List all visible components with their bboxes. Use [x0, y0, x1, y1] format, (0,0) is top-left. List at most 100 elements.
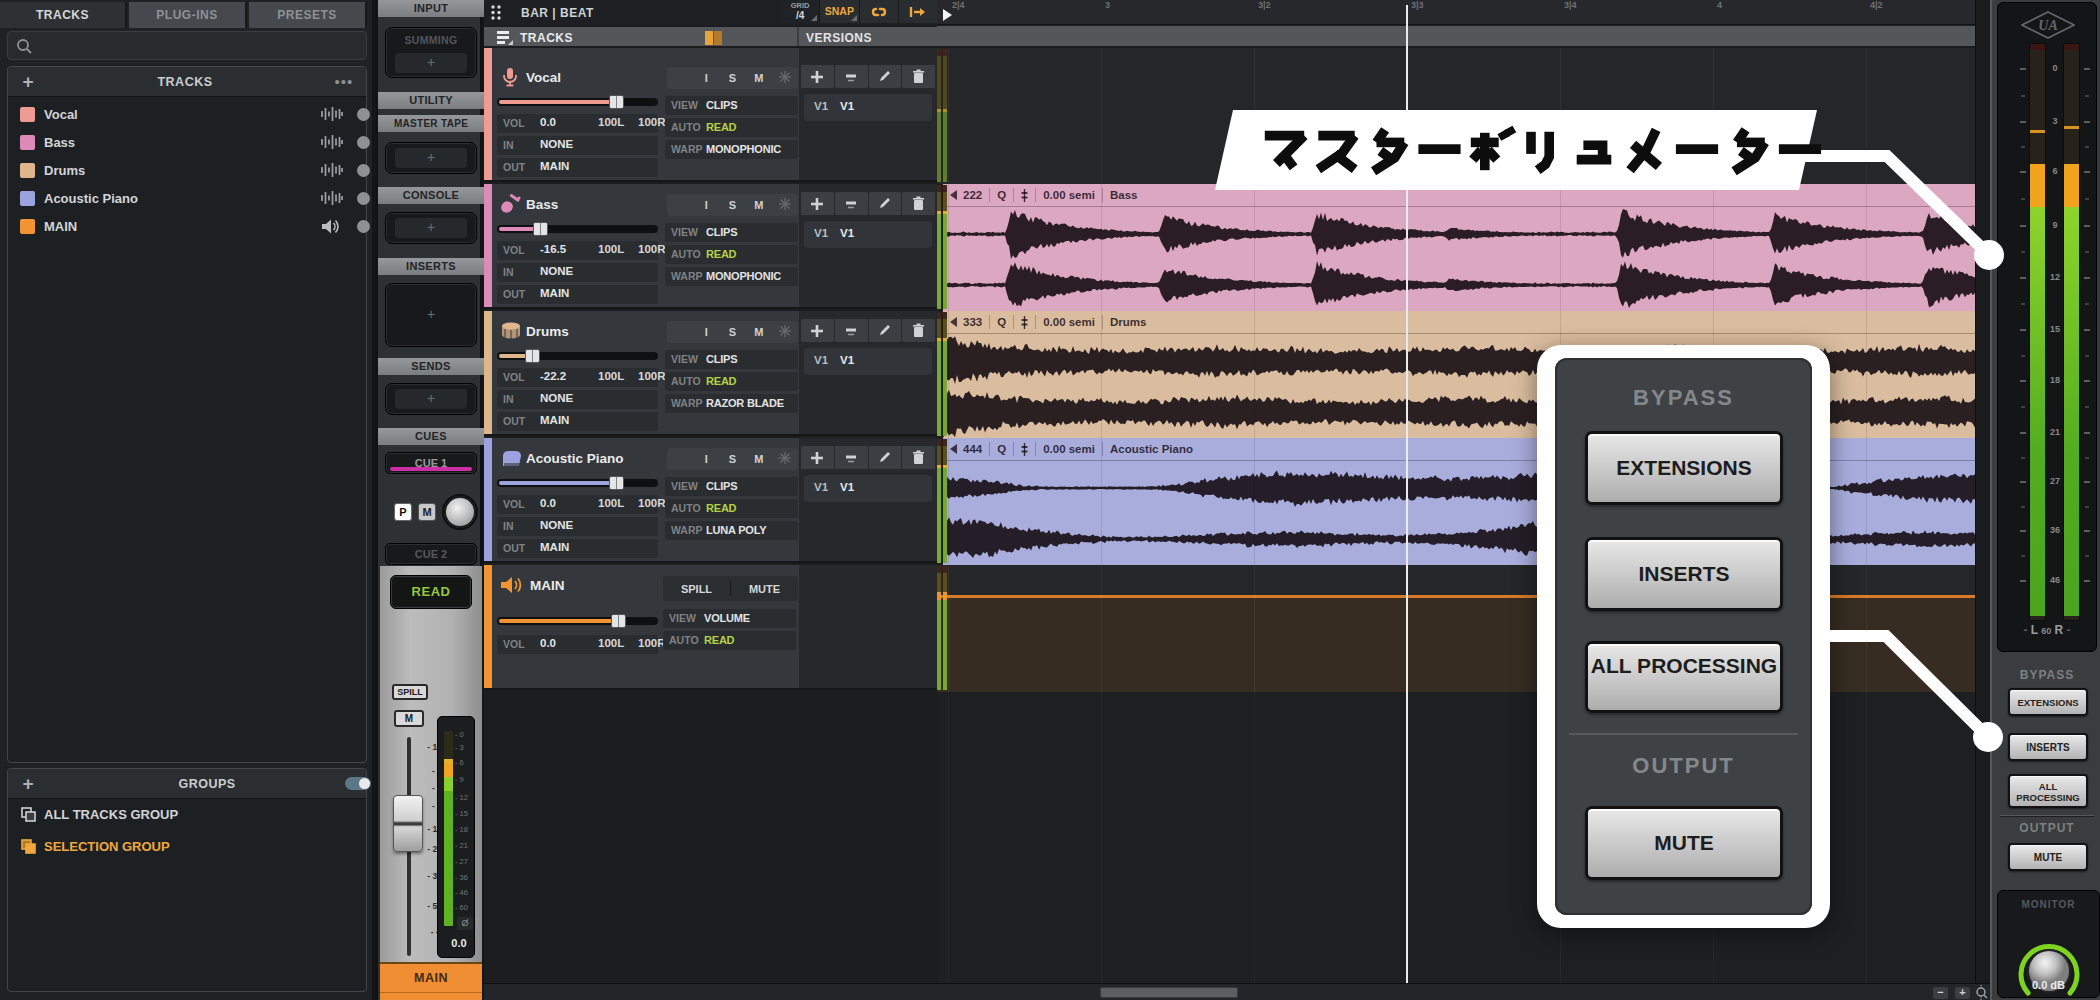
clip-quantize[interactable]: Q: [997, 189, 1006, 201]
group-item-selection[interactable]: SELECTION GROUP: [8, 833, 366, 861]
volume-slider[interactable]: [497, 352, 658, 360]
search-input[interactable]: [7, 31, 367, 60]
track-param-row[interactable]: WARPRAZOR BLADE: [665, 394, 798, 413]
track-list-item[interactable]: Vocal: [8, 101, 366, 129]
solo-button[interactable]: S: [719, 72, 745, 84]
clip-collapse-icon[interactable]: [950, 444, 957, 454]
clip-transpose-value[interactable]: 0.00 semi: [1043, 443, 1095, 455]
bypass-extensions-button[interactable]: EXTENSIONS: [2008, 688, 2088, 716]
track-monitor-dot[interactable]: [357, 220, 370, 233]
cue-pan-button[interactable]: P: [394, 503, 412, 521]
track-color-swatch[interactable]: [20, 135, 35, 150]
version-chip[interactable]: V1V1: [804, 348, 932, 375]
clip-header[interactable]: 333Q0.00 semiDrums: [943, 311, 1975, 334]
lane-vocal[interactable]: [937, 48, 1975, 184]
remove-version-button[interactable]: [835, 446, 868, 469]
track-param-row[interactable]: INNONE: [497, 136, 658, 155]
track-list-item[interactable]: MAIN: [8, 213, 366, 241]
track-param-row[interactable]: INNONE: [497, 390, 658, 409]
remove-version-button[interactable]: [835, 192, 868, 215]
solo-button[interactable]: S: [719, 453, 745, 465]
inserts-slot[interactable]: +: [385, 283, 477, 347]
remove-version-button[interactable]: [835, 319, 868, 342]
spill-button[interactable]: SPILL: [663, 583, 730, 595]
sends-add-button[interactable]: +: [395, 389, 467, 409]
track-param-row[interactable]: WARPLUNA POLY: [665, 521, 798, 540]
groups-toggle[interactable]: [345, 777, 371, 790]
add-version-button[interactable]: [801, 65, 834, 88]
volume-slider[interactable]: [497, 98, 658, 106]
bypass-all-processing-button[interactable]: ALL PROCESSING: [2008, 774, 2088, 808]
track-list-item[interactable]: Acoustic Piano: [8, 185, 366, 213]
track-monitor-dot[interactable]: [357, 192, 370, 205]
inserts-add-button[interactable]: +: [395, 305, 467, 325]
track-param-row[interactable]: VIEWCLIPS: [665, 223, 798, 242]
tracks-panel-menu-button[interactable]: •••: [322, 73, 366, 90]
master-tape-slot[interactable]: +: [385, 142, 477, 174]
freeze-button[interactable]: [772, 198, 798, 212]
track-param-row[interactable]: VIEWVOLUME: [663, 609, 796, 628]
freeze-button[interactable]: [772, 71, 798, 85]
track-param-row[interactable]: WARPMONOPHONIC: [665, 267, 798, 286]
tab-plugins[interactable]: PLUG-INS: [129, 2, 247, 28]
cue1-button[interactable]: CUE 1: [385, 452, 477, 474]
volume-slider[interactable]: [497, 225, 658, 233]
track-param-row[interactable]: VOL0.0100L100R: [497, 114, 658, 133]
link-button[interactable]: [860, 0, 899, 23]
track-header-row[interactable]: VocalISMVOL0.0100L100RINNONEOUTMAINVIEWC…: [484, 48, 937, 182]
clip-transpose-value[interactable]: 0.00 semi: [1043, 189, 1095, 201]
track-param-row[interactable]: AUTOREAD: [665, 499, 798, 518]
clip-quantize[interactable]: Q: [997, 316, 1006, 328]
play-start-marker[interactable]: [943, 9, 952, 21]
track-color-swatch[interactable]: [20, 191, 35, 206]
zoom-tool-icon[interactable]: [1974, 985, 1990, 1000]
console-add-button[interactable]: +: [395, 218, 467, 238]
zoom-in-button[interactable]: +: [1955, 987, 1970, 999]
vertical-scrollbar[interactable]: [1975, 0, 1990, 983]
track-param-row[interactable]: OUTMAIN: [497, 412, 658, 431]
solo-button[interactable]: S: [719, 199, 745, 211]
timebase-label[interactable]: BAR | BEAT: [521, 6, 594, 20]
volume-slider[interactable]: [497, 617, 658, 625]
cue-mute-button[interactable]: M: [418, 503, 436, 521]
version-chip[interactable]: V1V1: [804, 221, 932, 248]
track-param-row[interactable]: AUTOREAD: [665, 245, 798, 264]
edit-version-button[interactable]: [869, 319, 902, 342]
monitor-knob[interactable]: [2014, 941, 2084, 1000]
summing-slot[interactable]: SUMMING +: [385, 27, 477, 78]
track-monitor-dot[interactable]: [357, 164, 370, 177]
mute-button[interactable]: M: [746, 453, 772, 465]
track-param-row[interactable]: AUTOREAD: [663, 631, 796, 650]
track-param-row[interactable]: VIEWCLIPS: [665, 350, 798, 369]
track-color-icon[interactable]: [705, 31, 723, 45]
track-param-row[interactable]: VIEWCLIPS: [665, 477, 798, 496]
edit-version-button[interactable]: [869, 192, 902, 215]
track-param-row[interactable]: AUTOREAD: [665, 372, 798, 391]
overlay-all-processing-button[interactable]: ALL PROCESSING: [1585, 641, 1783, 713]
add-version-button[interactable]: [801, 446, 834, 469]
track-param-row[interactable]: VOL0.0100L100R: [497, 635, 658, 654]
follow-playhead-button[interactable]: [899, 0, 937, 23]
track-monitor-dot[interactable]: [357, 136, 370, 149]
summing-add-button[interactable]: +: [395, 53, 467, 73]
output-mute-button[interactable]: MUTE: [2008, 843, 2088, 871]
bypass-inserts-button[interactable]: INSERTS: [2008, 733, 2088, 761]
console-slot[interactable]: +: [385, 212, 477, 244]
clip-collapse-icon[interactable]: [950, 317, 957, 327]
overlay-inserts-button[interactable]: INSERTS: [1585, 537, 1783, 611]
delete-version-button[interactable]: [902, 192, 935, 215]
main-track-header-row[interactable]: MAINSPILLMUTEVOL0.0100L100RVIEWVOLUMEAUT…: [484, 565, 937, 690]
track-param-row[interactable]: VOL0.0100L100R: [497, 495, 658, 514]
horizontal-scroll-thumb[interactable]: [1100, 987, 1238, 998]
automation-mode-button[interactable]: READ: [390, 575, 472, 609]
track-color-swatch[interactable]: [20, 107, 35, 122]
clip-quantize[interactable]: Q: [997, 443, 1006, 455]
track-param-row[interactable]: WARPMONOPHONIC: [665, 140, 798, 159]
add-track-button[interactable]: +: [8, 71, 48, 93]
cue-level-knob[interactable]: [444, 496, 476, 528]
track-param-row[interactable]: OUTMAIN: [497, 158, 658, 177]
track-color-swatch[interactable]: [20, 219, 35, 234]
timeline-ruler[interactable]: 2|433|23|33|444|2: [937, 0, 1975, 25]
track-param-row[interactable]: AUTOREAD: [665, 118, 798, 137]
mute-button[interactable]: M: [746, 326, 772, 338]
